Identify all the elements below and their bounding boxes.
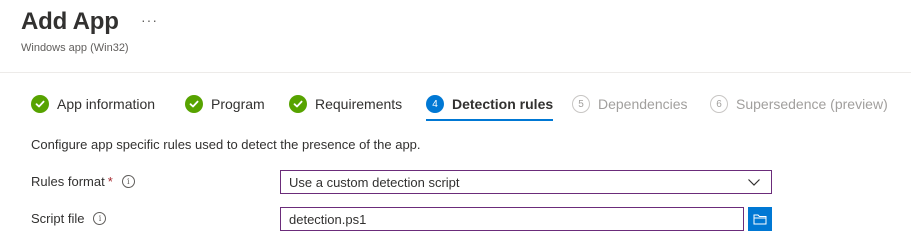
tab-label: App information xyxy=(57,96,156,112)
more-options-icon[interactable]: ··· xyxy=(141,12,158,28)
info-icon[interactable]: i xyxy=(121,175,135,188)
browse-file-button[interactable] xyxy=(748,207,772,231)
folder-icon xyxy=(753,214,767,225)
rules-format-label-text: Rules format xyxy=(31,174,105,189)
tab-label: Dependencies xyxy=(598,96,688,112)
wizard-tabs: App information Program Requirements 4 D… xyxy=(0,84,911,124)
rules-format-label: Rules format * i xyxy=(31,174,135,189)
rules-format-value: Use a custom detection script xyxy=(289,174,460,190)
step-number-icon: 4 xyxy=(426,95,444,113)
script-file-label-text: Script file xyxy=(31,211,85,226)
tab-detection-rules[interactable]: 4 Detection rules xyxy=(426,84,554,124)
chevron-down-icon xyxy=(748,179,760,186)
page-title: Add App xyxy=(21,8,119,35)
script-file-label: Script file i xyxy=(31,211,107,226)
required-marker: * xyxy=(107,174,113,189)
tab-label: Detection rules xyxy=(452,96,554,112)
tab-dependencies[interactable]: 5 Dependencies xyxy=(572,84,688,124)
step-number-icon: 6 xyxy=(710,95,728,113)
tab-label: Supersedence (preview) xyxy=(736,96,888,112)
header-divider xyxy=(0,72,911,73)
tab-program[interactable]: Program xyxy=(185,84,265,124)
tab-app-information[interactable]: App information xyxy=(31,84,155,124)
checkmark-circle-icon xyxy=(31,95,49,113)
info-icon[interactable]: i xyxy=(93,212,107,225)
script-file-input[interactable]: detection.ps1 xyxy=(280,207,744,231)
page-subtitle: Windows app (Win32) xyxy=(21,42,129,54)
active-tab-indicator xyxy=(426,119,554,121)
tab-label: Requirements xyxy=(315,96,403,112)
rules-format-dropdown[interactable]: Use a custom detection script xyxy=(280,170,772,194)
tab-requirements[interactable]: Requirements xyxy=(289,84,402,124)
checkmark-circle-icon xyxy=(185,95,203,113)
checkmark-circle-icon xyxy=(289,95,307,113)
script-file-value: detection.ps1 xyxy=(289,211,367,227)
section-description: Configure app specific rules used to det… xyxy=(31,137,421,152)
tab-label: Program xyxy=(211,96,265,112)
tab-supersedence[interactable]: 6 Supersedence (preview) xyxy=(710,84,888,124)
step-number-icon: 5 xyxy=(572,95,590,113)
